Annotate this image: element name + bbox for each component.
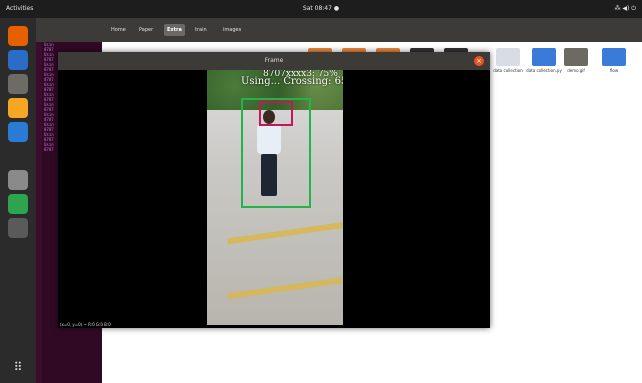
frame-titlebar[interactable]: Frame × bbox=[58, 52, 490, 70]
top-bar: Activities Sat 08:47 ● ⁂ ◀) ⏻ bbox=[0, 0, 642, 18]
file-label: flow bbox=[609, 68, 619, 73]
video-frame: 8707xxxx3: 75% Using... Crossing: 65% bbox=[207, 70, 343, 325]
thunderbird-icon[interactable] bbox=[8, 50, 28, 70]
text-editor-icon[interactable] bbox=[8, 170, 28, 190]
gif-file-icon[interactable] bbox=[564, 48, 588, 66]
files-icon[interactable] bbox=[8, 74, 28, 94]
rhythmbox-icon[interactable] bbox=[8, 98, 28, 118]
frame-window[interactable]: Frame × 8707xxxx3: 75% Using... Crossing… bbox=[58, 52, 490, 328]
path-extra[interactable]: Extra bbox=[164, 24, 185, 36]
image-viewer-icon[interactable] bbox=[8, 218, 28, 238]
firefox-icon[interactable] bbox=[8, 26, 28, 46]
flow-file-icon[interactable] bbox=[602, 48, 626, 66]
road-marking bbox=[227, 276, 343, 300]
data-collection-icon[interactable] bbox=[496, 48, 520, 66]
app-grid-icon[interactable]: ⠿ bbox=[10, 359, 26, 375]
face-bounding-box bbox=[259, 101, 293, 126]
road-marking bbox=[227, 221, 343, 245]
frame-title: Frame bbox=[264, 57, 284, 64]
path-images[interactable]: images bbox=[220, 24, 244, 36]
calc-icon[interactable] bbox=[8, 194, 28, 214]
path-paper[interactable]: Paper bbox=[136, 24, 156, 36]
terminal-icon[interactable] bbox=[8, 146, 28, 166]
file-label: data collection bbox=[493, 68, 523, 73]
path-home[interactable]: Home bbox=[108, 24, 129, 36]
path-train[interactable]: train bbox=[192, 24, 210, 36]
dock: ⠿ bbox=[0, 18, 36, 383]
file-label: demo.gif bbox=[567, 68, 585, 73]
system-tray[interactable]: ⁂ ◀) ⏻ bbox=[614, 0, 636, 18]
writer-icon[interactable] bbox=[8, 122, 28, 142]
terminal-sidebar bbox=[36, 42, 42, 383]
clock[interactable]: Sat 08:47 ● bbox=[0, 0, 642, 18]
close-icon[interactable]: × bbox=[474, 56, 484, 66]
files-header: Home Paper Extra train images bbox=[36, 18, 642, 42]
python-file-icon[interactable] bbox=[532, 48, 556, 66]
activity-label: Using... Crossing: 65% bbox=[241, 76, 343, 87]
pixel-status: (x=0, y=0) ~ R:0 G:0 B:0 bbox=[60, 322, 111, 327]
